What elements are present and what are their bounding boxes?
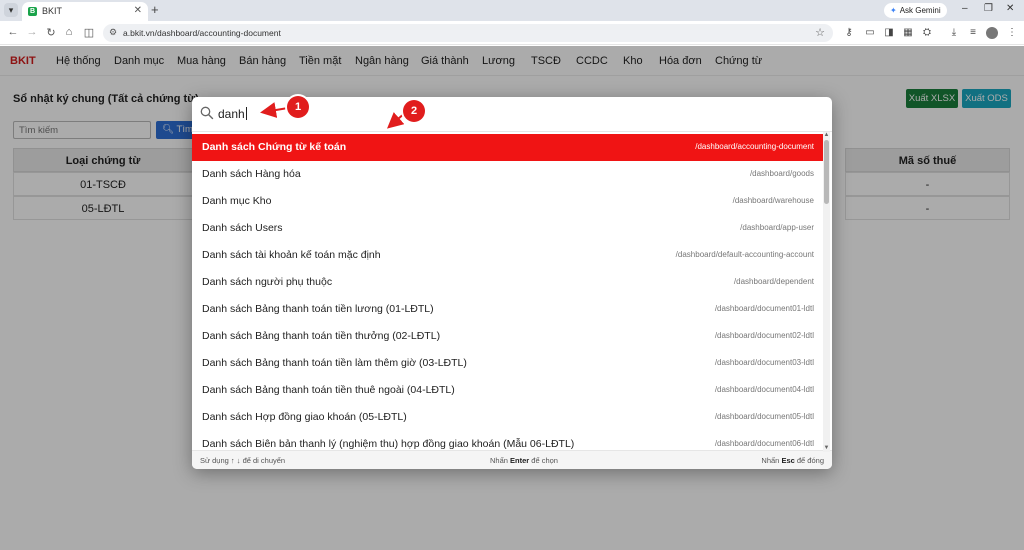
address-bar[interactable]: ⚙ a.bkit.vn/dashboard/accounting-documen…: [103, 24, 833, 42]
palette-item-label: Danh sách người phụ thuộc: [202, 276, 333, 288]
card-icon[interactable]: ▭: [864, 27, 876, 39]
close-window-icon[interactable]: ✕: [1006, 3, 1014, 14]
palette-item-label: Danh sách Users: [202, 222, 283, 234]
palette-item-path: /dashboard/document03-ldtl: [714, 358, 814, 367]
bookmark-star-icon[interactable]: ☆: [815, 26, 825, 39]
scrollbar-thumb[interactable]: [824, 140, 829, 204]
enter-key-label: Enter: [510, 456, 530, 465]
palette-item-label: Danh sách Hợp đồng giao khoán (05-LĐTL): [202, 411, 407, 423]
palette-item-path: /dashboard/goods: [749, 169, 814, 178]
hint-text: Nhấn: [490, 456, 511, 465]
palette-item-path: /dashboard/document06-ldtl: [714, 439, 814, 448]
palette-item[interactable]: Danh sách Biên bản thanh lý (nghiệm thu)…: [192, 431, 824, 450]
back-icon[interactable]: ←: [6, 26, 20, 38]
url-text: a.bkit.vn/dashboard/accounting-document: [123, 28, 281, 38]
sidepanel-icon[interactable]: ◫: [82, 26, 96, 39]
palette-item-label: Danh sách Hàng hóa: [202, 168, 301, 180]
hint-text: để chọn: [529, 456, 558, 465]
ask-gemini-label: Ask Gemini: [899, 6, 941, 15]
palette-item-label: Danh sách Chứng từ kế toán: [202, 141, 347, 153]
menu-kebab-icon[interactable]: ⋮: [1006, 27, 1018, 39]
hint-text: để đóng: [794, 456, 824, 465]
palette-item[interactable]: Danh sách Users /dashboard/app-user: [192, 215, 824, 242]
palette-item-path: /dashboard/default-accounting-account: [675, 250, 814, 259]
palette-item-label: Danh sách Bảng thanh toán tiền lương (01…: [202, 303, 434, 315]
reload-icon[interactable]: ↻: [44, 26, 58, 39]
palette-item[interactable]: Danh sách Hợp đồng giao khoán (05-LĐTL) …: [192, 404, 824, 431]
favicon-icon: B: [28, 7, 37, 16]
password-key-icon[interactable]: ⚷: [843, 27, 855, 39]
extension-icon[interactable]: ⛭: [921, 27, 933, 39]
footer-esc-hint: Nhấn Esc để đóng: [761, 456, 824, 465]
table-icon[interactable]: ▦: [902, 27, 914, 39]
search-icon: [200, 106, 214, 120]
palette-item[interactable]: Danh sách Bảng thanh toán tiền làm thêm …: [192, 350, 824, 377]
gemini-icon: ✦: [890, 6, 897, 15]
command-palette: danh Danh sách Chứng từ kế toán /dashboa…: [192, 97, 832, 469]
footer-navigate-hint: Sử dụng ↑ ↓ để di chuyển: [200, 456, 285, 465]
hint-text: Sử dụng: [200, 456, 231, 465]
tab-title: BKIT: [42, 6, 63, 16]
ask-gemini-button[interactable]: ✦ Ask Gemini: [884, 3, 947, 18]
palette-item-path: /dashboard/app-user: [740, 223, 814, 232]
hint-text: để di chuyển: [240, 456, 286, 465]
palette-item-path: /dashboard/document01-ldtl: [714, 304, 814, 313]
media-queue-icon[interactable]: ≡: [967, 27, 979, 39]
scroll-down-icon[interactable]: ▼: [823, 445, 830, 452]
reader-icon[interactable]: ◨: [883, 27, 895, 39]
tab-search-icon[interactable]: ▾: [4, 3, 18, 17]
palette-item-path: /dashboard/document04-ldtl: [714, 385, 814, 394]
palette-item-path: /dashboard/accounting-document: [695, 142, 814, 151]
palette-query-text: danh: [218, 107, 245, 121]
palette-item-label: Danh sách tài khoản kế toán mặc định: [202, 249, 381, 261]
palette-item-label: Danh sách Bảng thanh toán tiền thưởng (0…: [202, 330, 441, 342]
palette-search-input[interactable]: danh: [218, 107, 247, 121]
browser-toolbar: ← → ↻ ⌂ ◫ ⚙ a.bkit.vn/dashboard/accounti…: [0, 21, 1024, 45]
palette-item-label: Danh sách Bảng thanh toán tiền thuê ngoà…: [202, 384, 455, 396]
footer-enter-hint: Nhấn Enter để chọn: [490, 456, 558, 465]
text-caret: [245, 107, 247, 120]
restore-icon[interactable]: ❐: [984, 3, 993, 14]
annotation-badge-2: 2: [403, 100, 425, 122]
palette-footer: Sử dụng ↑ ↓ để di chuyển Nhấn Enter để c…: [192, 450, 832, 469]
scroll-up-icon[interactable]: ▲: [823, 132, 830, 139]
esc-key-label: Esc: [781, 456, 795, 465]
new-tab-icon[interactable]: +: [151, 3, 159, 17]
browser-tab-bar: ▾ B BKIT ✕ + ✦ Ask Gemini – ❐ ✕: [0, 0, 1024, 21]
palette-scrollbar[interactable]: ▲ ▼: [823, 132, 830, 452]
palette-item-label: Danh mục Kho: [202, 195, 272, 207]
annotation-badge-1: 1: [287, 96, 309, 118]
home-icon[interactable]: ⌂: [62, 26, 76, 38]
profile-avatar[interactable]: [986, 27, 998, 39]
forward-icon[interactable]: →: [25, 26, 39, 38]
palette-item[interactable]: Danh sách Chứng từ kế toán /dashboard/ac…: [192, 134, 824, 161]
palette-item-path: /dashboard/warehouse: [732, 196, 814, 205]
palette-item-label: Danh sách Biên bản thanh lý (nghiệm thu)…: [202, 438, 575, 450]
minimize-icon[interactable]: –: [962, 3, 968, 14]
palette-item-path: /dashboard/document02-ldtl: [714, 331, 814, 340]
browser-tab[interactable]: B BKIT ✕: [22, 2, 148, 21]
palette-item-path: /dashboard/document05-ldtl: [714, 412, 814, 421]
palette-item-path: /dashboard/dependent: [733, 277, 814, 286]
palette-item-label: Danh sách Bảng thanh toán tiền làm thêm …: [202, 357, 467, 369]
site-info-icon[interactable]: ⚙: [109, 27, 117, 38]
download-icon[interactable]: ⤓: [948, 27, 960, 39]
palette-item[interactable]: Danh sách Bảng thanh toán tiền lương (01…: [192, 296, 824, 323]
palette-item[interactable]: Danh mục Kho /dashboard/warehouse: [192, 188, 824, 215]
palette-results: Danh sách Chứng từ kế toán /dashboard/ac…: [192, 134, 824, 450]
palette-item[interactable]: Danh sách tài khoản kế toán mặc định /da…: [192, 242, 824, 269]
palette-item[interactable]: Danh sách người phụ thuộc /dashboard/dep…: [192, 269, 824, 296]
palette-item[interactable]: Danh sách Hàng hóa /dashboard/goods: [192, 161, 824, 188]
palette-item[interactable]: Danh sách Bảng thanh toán tiền thưởng (0…: [192, 323, 824, 350]
close-tab-icon[interactable]: ✕: [134, 5, 142, 16]
hint-text: Nhấn: [761, 456, 782, 465]
palette-item[interactable]: Danh sách Bảng thanh toán tiền thuê ngoà…: [192, 377, 824, 404]
